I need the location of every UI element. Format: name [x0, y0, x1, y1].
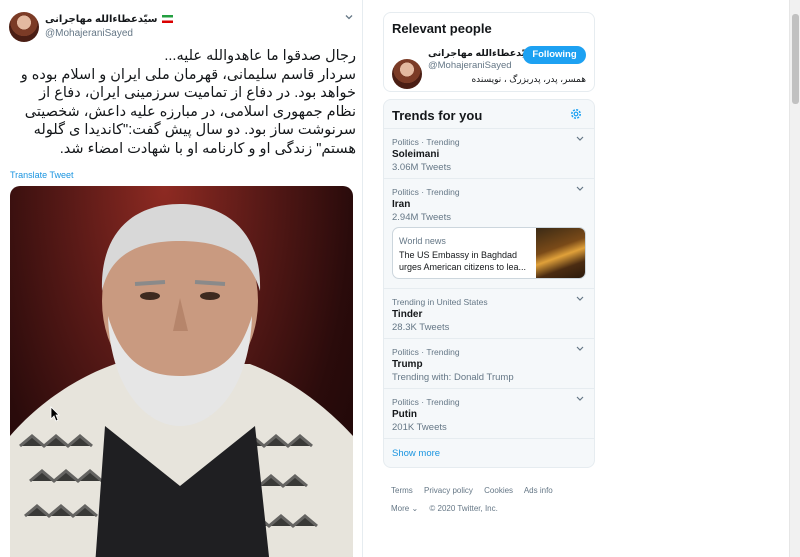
tweet-photo[interactable]	[10, 186, 353, 557]
trend-meta: Politics · Trending	[392, 187, 460, 197]
trend-count: 3.06M Tweets	[392, 162, 451, 173]
page-scrollbar[interactable]	[789, 0, 800, 557]
trend-meta: Politics · Trending	[392, 347, 460, 357]
tweet-text: رجال صدقوا ما عاهدوالله علیه... سردار قا…	[20, 48, 356, 157]
news-thumbnail	[536, 228, 585, 278]
trends-title: Trends for you	[392, 108, 483, 123]
gear-icon[interactable]	[570, 107, 582, 119]
trend-item[interactable]: Politics · Trending Putin 201K Tweets	[384, 388, 594, 439]
chevron-down-icon[interactable]	[575, 295, 585, 305]
author-handle[interactable]: @MohajeraniSayed	[45, 28, 133, 39]
person-avatar[interactable]	[392, 59, 422, 89]
person-handle[interactable]: @MohajeraniSayed	[428, 60, 512, 71]
author-display-name[interactable]: سیّدعطاءالله مهاجرانی	[45, 14, 174, 25]
trend-item[interactable]: Politics · Trending Soleimani 3.06M Twee…	[384, 128, 594, 179]
chevron-down-icon[interactable]	[575, 135, 585, 145]
chevron-down-icon[interactable]	[575, 345, 585, 355]
trend-name: Iran	[392, 199, 411, 210]
footer-link-privacy[interactable]: Privacy policy	[424, 486, 473, 495]
relevant-people-title: Relevant people	[392, 21, 492, 36]
trend-count: Trending with: Donald Trump	[392, 372, 514, 383]
author-name[interactable]: سیّدعطاءالله مهاجرانی	[45, 14, 158, 25]
footer-copyright: © 2020 Twitter, Inc.	[429, 504, 498, 513]
news-label: World news	[399, 236, 446, 246]
trend-name: Tinder	[392, 309, 423, 320]
trend-count: 2.94M Tweets	[392, 212, 451, 223]
show-more-link[interactable]: Show more	[392, 448, 440, 459]
trend-meta: Politics · Trending	[392, 137, 460, 147]
footer-link-cookies[interactable]: Cookies	[484, 486, 513, 495]
trend-item[interactable]: Trending in United States Tinder 28.3K T…	[384, 288, 594, 339]
chevron-down-icon[interactable]	[575, 185, 585, 195]
trend-meta: Trending in United States	[392, 297, 488, 307]
chevron-down-icon[interactable]	[575, 395, 585, 405]
footer-more-link[interactable]: More ⌄	[391, 504, 418, 513]
person-bio: همسر، پدر، پدربزرگ ، نویسنده	[471, 74, 586, 84]
trend-name: Soleimani	[392, 149, 440, 160]
trend-divider	[384, 438, 594, 440]
following-button[interactable]: Following	[523, 46, 586, 64]
trend-count: 28.3K Tweets	[392, 322, 450, 333]
relevant-people-panel: Relevant people سیّدعطاءالله مهاجرانی...…	[383, 12, 595, 92]
trend-item[interactable]: Politics · Trending Trump Trending with:…	[384, 338, 594, 389]
news-headline: The US Embassy in Baghdad urges American…	[399, 250, 527, 272]
trend-meta: Politics · Trending	[392, 397, 460, 407]
footer-links: Terms Privacy policy Cookies Ads info	[391, 486, 562, 495]
footer-secondary: More ⌄ © 2020 Twitter, Inc.	[391, 504, 507, 513]
trend-name: Putin	[392, 409, 417, 420]
mouse-cursor-icon	[50, 406, 60, 422]
iran-flag-icon	[162, 15, 174, 24]
trend-name: Trump	[392, 359, 423, 370]
footer-link-terms[interactable]: Terms	[391, 486, 413, 495]
footer-link-ads-info[interactable]: Ads info	[524, 486, 553, 495]
chevron-down-icon[interactable]	[344, 12, 354, 22]
news-card[interactable]: World news The US Embassy in Baghdad urg…	[392, 227, 586, 279]
trends-panel: Trends for you Politics · Trending Solei…	[383, 99, 595, 468]
tweet-column: سیّدعطاءالله مهاجرانی @MohajeraniSayed ر…	[0, 0, 363, 557]
scrollbar-thumb[interactable]	[792, 14, 799, 104]
translate-tweet-link[interactable]: Translate Tweet	[10, 170, 74, 180]
trend-count: 201K Tweets	[392, 422, 447, 433]
author-avatar[interactable]	[9, 12, 39, 42]
